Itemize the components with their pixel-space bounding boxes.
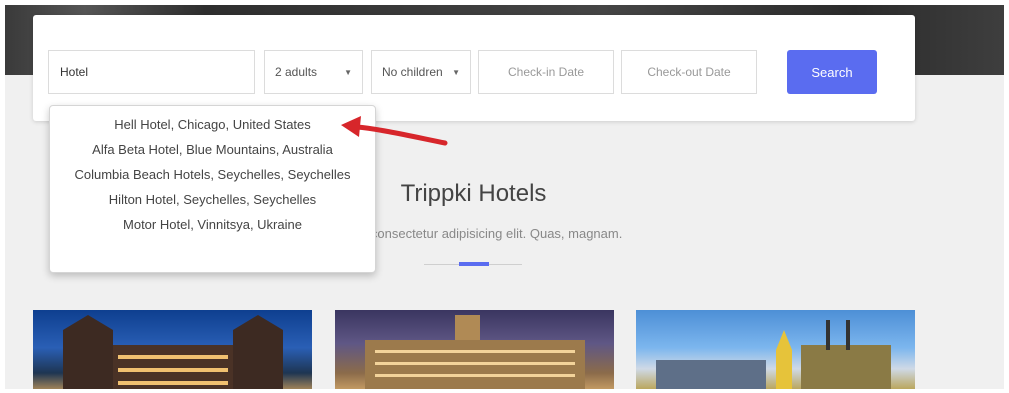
children-value: No children xyxy=(382,65,443,79)
caret-down-icon: ▼ xyxy=(452,67,460,77)
checkin-date-input[interactable]: Check-in Date xyxy=(478,50,614,94)
suggestion-item[interactable]: Motor Hotel, Vinnitsya, Ukraine xyxy=(50,214,375,235)
red-arrow-icon xyxy=(341,116,448,146)
adults-value: 2 adults xyxy=(275,65,318,79)
page: Hotel 2 adults ▼ No children ▼ Check-in … xyxy=(5,5,1004,389)
checkout-date-input[interactable]: Check-out Date xyxy=(621,50,757,94)
suggestion-item[interactable]: Columbia Beach Hotels, Seychelles, Seych… xyxy=(50,164,375,185)
checkin-placeholder: Check-in Date xyxy=(507,65,585,79)
hotel-building-icon xyxy=(365,315,585,389)
suggestion-item[interactable]: Hell Hotel, Chicago, United States xyxy=(50,114,375,135)
hotel-image-1[interactable] xyxy=(33,310,312,389)
children-select[interactable]: No children ▼ xyxy=(371,50,471,94)
divider-accent xyxy=(459,262,489,266)
adults-select[interactable]: 2 adults ▼ xyxy=(264,50,363,94)
hotel-image-3[interactable] xyxy=(636,310,915,389)
hotel-image-2[interactable] xyxy=(335,310,614,389)
checkout-placeholder: Check-out Date xyxy=(647,65,731,79)
hotel-building-icon xyxy=(656,320,891,389)
suggestion-item[interactable]: Alfa Beta Hotel, Blue Mountains, Austral… xyxy=(50,139,375,160)
destination-value: Hotel xyxy=(60,65,89,79)
caret-down-icon: ▼ xyxy=(344,67,352,77)
hotel-building-icon xyxy=(63,315,283,389)
autocomplete-dropdown: Hell Hotel, Chicago, United States Alfa … xyxy=(49,105,376,273)
suggestion-item[interactable]: Hilton Hotel, Seychelles, Seychelles xyxy=(50,189,375,210)
search-button[interactable]: Search xyxy=(787,50,877,94)
destination-input[interactable]: Hotel xyxy=(48,50,255,94)
